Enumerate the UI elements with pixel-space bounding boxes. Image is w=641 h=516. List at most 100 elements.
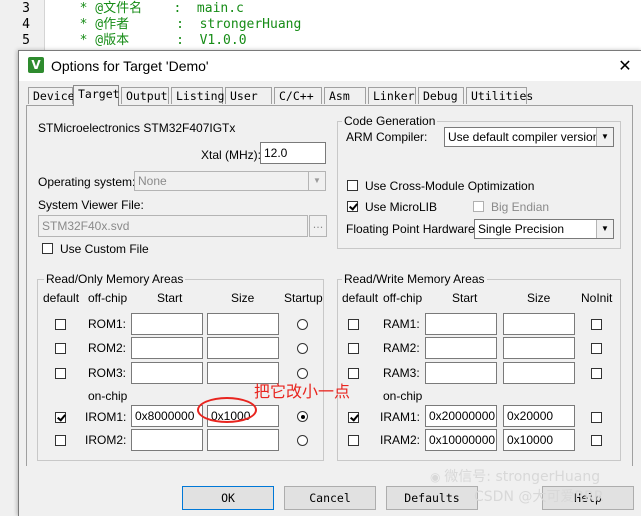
big-endian-label: Big Endian [491, 200, 550, 214]
big-endian-checkbox[interactable] [473, 201, 484, 212]
rom1-size-input[interactable] [207, 313, 279, 335]
dialog-title: Options for Target 'Demo' [51, 58, 209, 74]
iram2-size-input[interactable]: 0x10000 [503, 429, 575, 451]
iram1-size-input[interactable]: 0x20000 [503, 405, 575, 427]
ram2-label: RAM2: [383, 341, 420, 355]
rw-header-default: default [342, 291, 379, 305]
fp-label: Floating Point Hardware: [346, 222, 479, 236]
iram1-label: IRAM1: [380, 410, 421, 424]
tab-user[interactable]: User [225, 87, 272, 104]
defaults-button[interactable]: Defaults [386, 486, 478, 510]
tab-linker[interactable]: Linker [368, 87, 416, 104]
irom2-label: IROM2: [85, 433, 127, 447]
ok-button[interactable]: OK [182, 486, 274, 510]
ro-header-default: default [43, 291, 80, 305]
rom3-label: ROM3: [88, 366, 127, 380]
chevron-down-icon: ▼ [596, 128, 613, 146]
chevron-down-icon: ▼ [308, 172, 325, 190]
ram3-size-input[interactable] [503, 362, 575, 384]
iram1-noinit-checkbox[interactable] [591, 412, 602, 423]
ram1-size-input[interactable] [503, 313, 575, 335]
os-label: Operating system: [38, 175, 136, 189]
rom1-startup-radio[interactable] [297, 319, 308, 330]
rom2-startup-radio[interactable] [297, 343, 308, 354]
tab-utilities[interactable]: Utilities [466, 87, 533, 104]
ram1-default-checkbox[interactable] [348, 319, 359, 330]
custom-file-checkbox[interactable] [42, 243, 53, 254]
os-select[interactable]: None ▼ [134, 171, 326, 191]
tab-target[interactable]: Target [73, 85, 120, 106]
iram2-noinit-checkbox[interactable] [591, 435, 602, 446]
rw-header-noinit: NoInit [581, 291, 613, 305]
iram2-default-checkbox[interactable] [348, 435, 359, 446]
cross-module-checkbox[interactable] [347, 180, 358, 191]
ro-memory-title: Read/Only Memory Areas [44, 272, 186, 286]
rom1-start-input[interactable] [131, 313, 203, 335]
ro-header-size: Size [231, 291, 255, 305]
svd-input[interactable]: STM32F40x.svd [38, 215, 308, 237]
irom2-size-input[interactable] [207, 429, 279, 451]
ram1-start-input[interactable] [425, 313, 497, 335]
tab-debug[interactable]: Debug [418, 87, 464, 104]
irom1-start-input[interactable]: 0x8000000 [131, 405, 203, 427]
irom1-default-checkbox[interactable] [55, 412, 66, 423]
cancel-button[interactable]: Cancel [284, 486, 376, 510]
ro-header-startup: Startup [284, 291, 323, 305]
compiler-label: ARM Compiler: [346, 130, 428, 144]
ram2-size-input[interactable] [503, 337, 575, 359]
irom1-startup-radio[interactable] [297, 411, 308, 422]
ram3-start-input[interactable] [425, 362, 497, 384]
irom2-start-input[interactable] [131, 429, 203, 451]
xtal-label: Xtal (MHz): [201, 148, 261, 162]
ram2-default-checkbox[interactable] [348, 343, 359, 354]
svd-browse-button[interactable]: ... [309, 215, 327, 237]
microlib-label: Use MicroLIB [365, 200, 438, 214]
rom2-default-checkbox[interactable] [55, 343, 66, 354]
xtal-input[interactable]: 12.0 [260, 142, 326, 164]
rw-header-offchip: off-chip [383, 291, 423, 305]
ram2-noinit-checkbox[interactable] [591, 343, 602, 354]
irom2-startup-radio[interactable] [297, 435, 308, 446]
rw-header-size: Size [527, 291, 551, 305]
rom3-default-checkbox[interactable] [55, 368, 66, 379]
fp-select[interactable]: Single Precision ▼ [474, 219, 614, 239]
tab-listing[interactable]: Listing [171, 87, 224, 104]
iram1-default-checkbox[interactable] [348, 412, 359, 423]
ram1-noinit-checkbox[interactable] [591, 319, 602, 330]
highlight-ellipse [197, 397, 257, 423]
rom2-start-input[interactable] [131, 337, 203, 359]
code-line: 3 * @文件名 : main.c [22, 1, 244, 16]
tab-asm[interactable]: Asm [324, 87, 366, 104]
iram2-start-input[interactable]: 0x10000000 [425, 429, 497, 451]
code-generation-title: Code Generation [342, 114, 438, 128]
irom2-default-checkbox[interactable] [55, 435, 66, 446]
custom-file-label: Use Custom File [60, 242, 149, 256]
ram3-noinit-checkbox[interactable] [591, 368, 602, 379]
svd-label: System Viewer File: [38, 198, 144, 212]
close-icon[interactable]: ✕ [613, 55, 637, 77]
tab-output[interactable]: Output [121, 87, 169, 104]
annotation-text: 把它改小一点 [254, 382, 351, 401]
tab-c-cpp[interactable]: C/C++ [274, 87, 322, 104]
irom1-label: IROM1: [85, 410, 127, 424]
rom2-size-input[interactable] [207, 337, 279, 359]
iram1-start-input[interactable]: 0x20000000 [425, 405, 497, 427]
ro-header-offchip: off-chip [88, 291, 128, 305]
ram2-start-input[interactable] [425, 337, 497, 359]
ro-header-start: Start [157, 291, 183, 305]
rom1-label: ROM1: [88, 317, 127, 331]
rom1-default-checkbox[interactable] [55, 319, 66, 330]
rom3-start-input[interactable] [131, 362, 203, 384]
chevron-down-icon: ▼ [596, 220, 613, 238]
compiler-select[interactable]: Use default compiler version 5 ▼ [444, 127, 614, 147]
ram3-label: RAM3: [383, 366, 420, 380]
code-editor: 3 * @文件名 : main.c 4 * @作者 : strongerHuan… [0, 0, 641, 50]
rom2-label: ROM2: [88, 341, 127, 355]
device-name: STMicroelectronics STM32F407IGTx [38, 121, 236, 135]
wechat-icon: ◉ [430, 470, 445, 484]
iram2-label: IRAM2: [380, 433, 421, 447]
microlib-checkbox[interactable] [347, 201, 358, 212]
cross-module-label: Use Cross-Module Optimization [365, 179, 535, 193]
ro-onchip-label: on-chip [88, 389, 128, 403]
tab-device[interactable]: Device [28, 87, 75, 104]
